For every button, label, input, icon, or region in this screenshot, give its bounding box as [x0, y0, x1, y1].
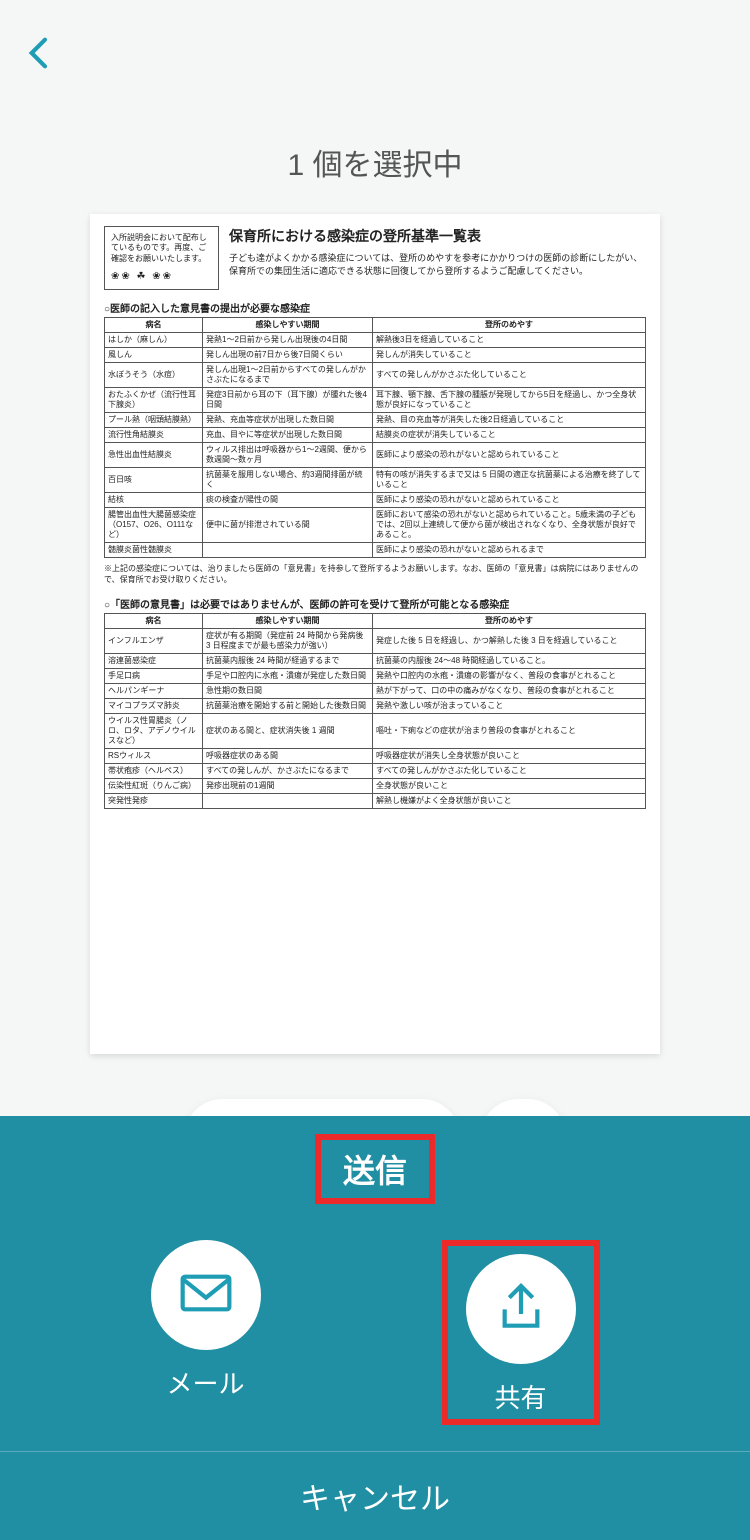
- table-row: 結核痰の検査が陽性の間医師により感染の恐れがないと認められていること: [105, 493, 646, 508]
- note1: ※上記の感染症については、治りましたら医師の「意見書」を持参して登所するようお願…: [104, 564, 646, 586]
- table-row: 水ぼうそう（水痘）発しん出現1～2日前からすべての発しんがかさぶたになるまですべ…: [105, 363, 646, 388]
- table-row: 腸管出血性大腸菌感染症（O157、O26、O111など）便中に菌が排泄されている…: [105, 508, 646, 543]
- table-row: 急性出血性結膜炎ウィルス排出は呼吸器から1～2週間、便から数週間～数ヶ月医師によ…: [105, 443, 646, 468]
- table-row: プール熱（咽頭結膜熱）発熱、充血等症状が出現した数日間発熱、目の充血等が消失した…: [105, 413, 646, 428]
- doc-title: 保育所における感染症の登所基準一覧表: [229, 226, 646, 246]
- share-icon: [493, 1279, 549, 1340]
- section2-head: ○「医師の意見書」は必要ではありませんが、医師の許可を受けて登所が可能となる感染…: [104, 596, 646, 611]
- table-row: インフルエンザ症状が有る期間（発症前 24 時間から発病後 3 日程度までが最も…: [105, 628, 646, 653]
- table-row: 手足口病手足や口腔内に水疱・潰瘍が発症した数日間発熱や口腔内の水疱・潰瘍の影響が…: [105, 668, 646, 683]
- cancel-button[interactable]: キャンセル: [0, 1451, 750, 1540]
- table-row: 髄膜炎菌性髄膜炎医師により感染の恐れがないと認められるまで: [105, 543, 646, 558]
- document-preview[interactable]: 入所説明会において配布しているものです。再度、ご確認をお願いいたします。 ❀❀ …: [90, 214, 660, 1054]
- table-row: ウイルス性胃腸炎（ノロ、ロタ、アデノウイルスなど）症状のある間と、症状消失後 1…: [105, 713, 646, 748]
- table-row: 帯状疱疹（ヘルペス）すべての発しんが、かさぶたになるまですべての発しんがかさぶた…: [105, 763, 646, 778]
- table-row: おたふくかぜ（流行性耳下腺炎）発症3日前から耳の下（耳下腺）が腫れた後4日間耳下…: [105, 388, 646, 413]
- table-row: はしか（麻しん）発熱1～2日前から発しん出現後の4日間解熱後3日を経過しているこ…: [105, 333, 646, 348]
- doc-intro: 子ども達がよくかかる感染症については、登所のめやすを参考にかかりつけの医師の診断…: [229, 252, 646, 277]
- back-icon[interactable]: [20, 33, 60, 78]
- mail-button[interactable]: メール: [151, 1240, 261, 1425]
- table-row: 突発性発疹解熱し機嫌がよく全身状態が良いこと: [105, 793, 646, 808]
- table-row: マイコプラズマ肺炎抗菌薬治療を開始する前と開始した後数日間発熱や激しい咳が治まっ…: [105, 698, 646, 713]
- action-panel: 送信 メール 共有 キャンセル: [0, 1116, 750, 1540]
- table-row: 百日咳抗菌薬を服用しない場合、約3週間排菌が続く特有の咳が消失するまで又は 5 …: [105, 468, 646, 493]
- send-button[interactable]: 送信: [315, 1134, 435, 1204]
- table-row: 溶連菌感染症抗菌薬内服後 24 時間が経過するまで抗菌薬の内服後 24～48 時…: [105, 653, 646, 668]
- disease-table-2: 病名 感染しやすい期間 登所のめやす インフルエンザ症状が有る期間（発症前 24…: [104, 613, 646, 809]
- mail-icon: [178, 1265, 234, 1326]
- notice-box: 入所説明会において配布しているものです。再度、ご確認をお願いいたします。 ❀❀ …: [104, 226, 219, 290]
- share-button[interactable]: 共有: [442, 1240, 600, 1425]
- table-row: 流行性角結膜炎充血、目やに等症状が出現した数日間結膜炎の症状が消失していること: [105, 428, 646, 443]
- page-title: 1 個を選択中: [0, 110, 750, 214]
- share-label: 共有: [494, 1378, 546, 1415]
- section1-head: ○医師の記入した意見書の提出が必要な感染症: [104, 300, 646, 315]
- mail-label: メール: [166, 1364, 244, 1401]
- disease-table-1: 病名 感染しやすい期間 登所のめやす はしか（麻しん）発熱1～2日前から発しん出…: [104, 317, 646, 558]
- table-row: 風しん発しん出現の前7日から後7日間くらい発しんが消失していること: [105, 348, 646, 363]
- table-row: ヘルパンギーナ急性期の数日間熱が下がって、口の中の痛みがなくなり、普段の食事がと…: [105, 683, 646, 698]
- table-row: RSウィルス呼吸器症状のある間呼吸器症状が消失し全身状態が良いこと: [105, 748, 646, 763]
- table-row: 伝染性紅斑（りんご病）発疹出現前の1週間全身状態が良いこと: [105, 778, 646, 793]
